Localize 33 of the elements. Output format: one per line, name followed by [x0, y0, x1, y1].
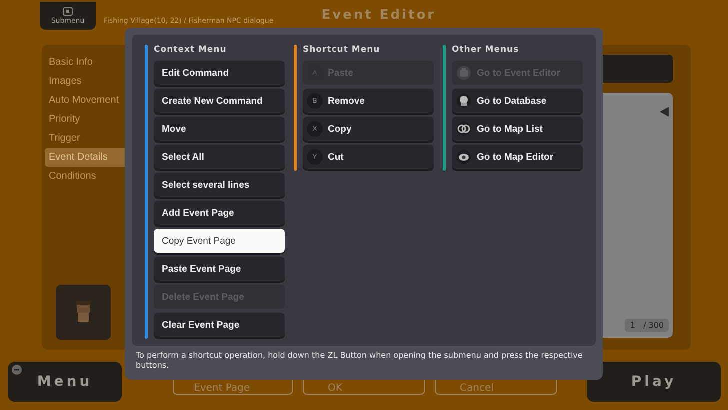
minus-icon	[12, 365, 22, 375]
menu-item[interactable]: Select All	[154, 145, 285, 169]
play-button[interactable]: Play	[587, 362, 721, 402]
rings-icon	[456, 121, 472, 137]
menu-item[interactable]: Create New Command	[154, 89, 285, 113]
sidebar-item[interactable]: Basic Info	[45, 53, 125, 72]
menu-item[interactable]: Add Event Page	[154, 201, 285, 225]
sidebar-item[interactable]: Priority	[45, 110, 125, 129]
column-title: Context Menu	[154, 45, 228, 55]
page-counter: 1 / 300	[625, 319, 669, 332]
column-title: Shortcut Menu	[303, 45, 382, 55]
menu-item[interactable]: Move	[154, 117, 285, 141]
marker-icon	[659, 107, 669, 117]
column-title: Other Menus	[452, 45, 520, 55]
sidebar-item[interactable]: Auto Movement	[45, 91, 125, 110]
menu-item[interactable]: Clear Event Page	[154, 313, 285, 337]
menu-item[interactable]: Edit Command	[154, 61, 285, 85]
eye-icon	[456, 149, 472, 165]
sidebar-item[interactable]: Images	[45, 72, 125, 91]
submenu-icon	[63, 7, 73, 16]
menu-item[interactable]: Go to Database	[452, 89, 583, 113]
sidebar-item[interactable]: Conditions	[45, 167, 125, 186]
hint-text: To perform a shortcut operation, hold down the ZL Button when opening the submenu and press the respective buttons.	[135, 350, 584, 370]
menu-item[interactable]: Copy Event Page	[154, 229, 285, 253]
menu-item[interactable]: Paste Event Page	[154, 257, 285, 281]
character-icon	[56, 285, 111, 340]
sidebar-item[interactable]: Trigger	[45, 129, 125, 148]
screen-title: Event Editor	[322, 7, 436, 25]
menu-button[interactable]: Menu	[8, 362, 122, 402]
menu-item[interactable]: Go to Map Editor	[452, 145, 583, 169]
menu-item[interactable]: Select several lines	[154, 173, 285, 197]
hat-icon	[456, 65, 472, 81]
menu-item[interactable]: Go to Map List	[452, 117, 583, 141]
